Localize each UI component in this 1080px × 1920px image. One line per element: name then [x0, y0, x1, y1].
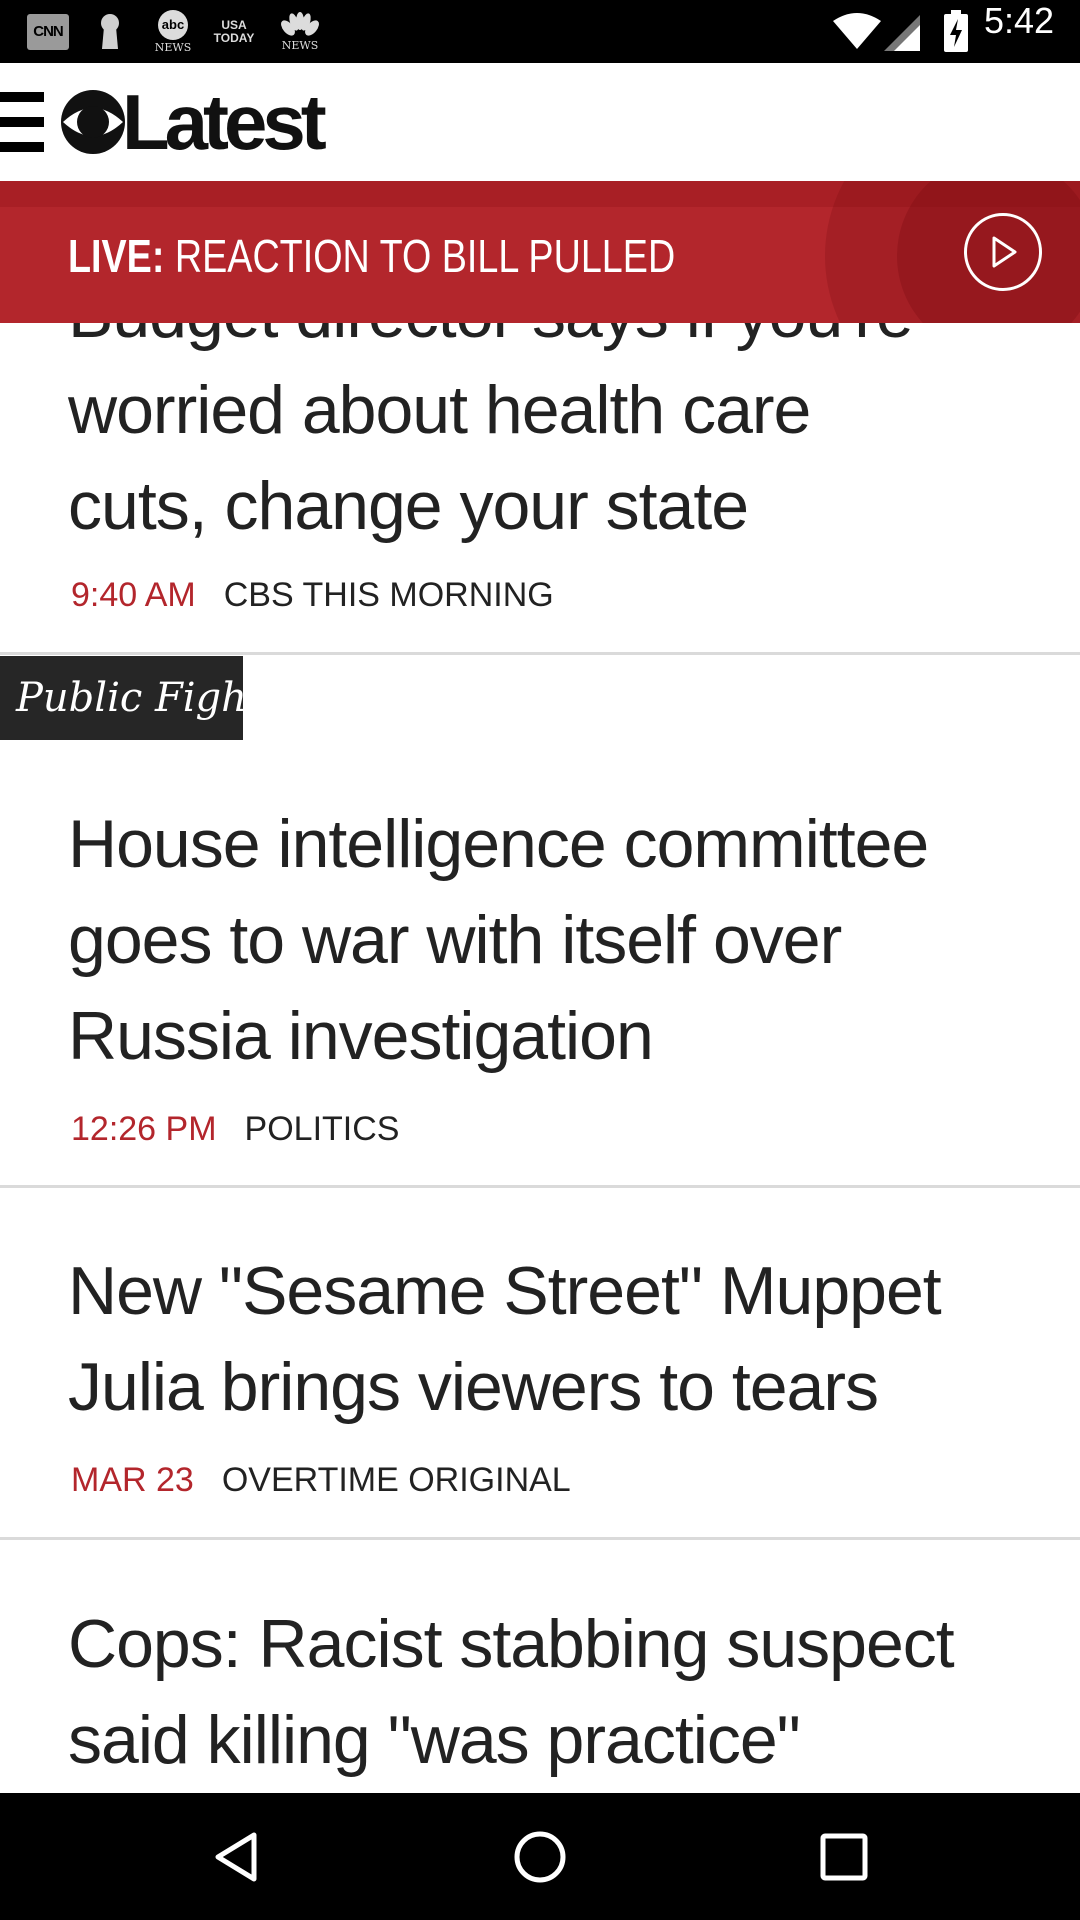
home-icon: [514, 1831, 566, 1883]
back-icon: [215, 1832, 257, 1882]
abc-logo: abc: [158, 9, 188, 40]
story-4-headline[interactable]: Cops: Racist stabbing suspect said killi…: [68, 1596, 1028, 1788]
nbc-sub: NEWS: [281, 38, 319, 52]
headline-line: said killing "was practice": [68, 1702, 801, 1778]
story-2-headline[interactable]: House intelligence committee goes to war…: [68, 796, 1028, 1084]
recents-button[interactable]: [808, 1821, 880, 1893]
peacock-icon: [281, 11, 319, 36]
story-section[interactable]: CBS THIS MORNING: [224, 576, 554, 616]
live-banner[interactable]: LIVE: REACTION TO BILL PULLED: [0, 181, 1080, 323]
story-section[interactable]: OVERTIME ORIGINAL: [222, 1461, 571, 1501]
story-time: 9:40 AM: [71, 576, 196, 614]
headline-line: House intelligence committee: [68, 806, 929, 882]
headline-line: New "Sesame Street" Muppet: [68, 1253, 942, 1329]
divider: [0, 652, 1080, 655]
recents-icon: [820, 1833, 868, 1881]
wifi-icon: [833, 13, 881, 49]
live-title: LIVE: REACTION TO BILL PULLED: [68, 229, 675, 285]
cnn-icon: CNN: [27, 0, 69, 63]
battery-charging-icon: [944, 10, 968, 52]
play-button[interactable]: [964, 213, 1042, 291]
nbc-news-icon: NEWS: [278, 0, 322, 63]
page-title: Latest: [122, 78, 327, 166]
story-time: MAR 23: [71, 1461, 194, 1499]
divider: [0, 1185, 1080, 1188]
headline-line: Julia brings viewers to tears: [68, 1349, 879, 1425]
play-icon: [992, 236, 1017, 268]
back-button[interactable]: [200, 1821, 272, 1893]
divider: [0, 1537, 1080, 1540]
headline-line: worried about health care: [68, 372, 811, 448]
story-tag: Public Fight: [0, 656, 263, 740]
status-bar: CNN abc NEWS USA TODAY NEWS 5:42: [0, 0, 1080, 63]
headline-line: cuts, change your state: [68, 468, 749, 544]
cnn-logo: CNN: [27, 13, 69, 50]
story-1-meta: 9:40 AM CBS THIS MORNING: [71, 576, 554, 616]
app-bar: Latest: [0, 63, 1080, 181]
story-3-headline[interactable]: New "Sesame Street" Muppet Julia brings …: [68, 1243, 1028, 1435]
hamburger-menu-icon[interactable]: [0, 92, 44, 152]
live-label: LIVE:: [68, 230, 165, 282]
story-3-meta: MAR 23 OVERTIME ORIGINAL: [71, 1461, 571, 1501]
signal-icon: [884, 15, 920, 51]
abc-sub: NEWS: [154, 40, 192, 54]
abc-news-icon: abc NEWS: [153, 0, 193, 63]
today-line: TODAY: [213, 30, 255, 45]
navigation-bar: [0, 1793, 1080, 1920]
story-section[interactable]: POLITICS: [245, 1110, 400, 1150]
cbs-news-logo[interactable]: Latest: [60, 78, 327, 166]
usa-line: USA: [221, 17, 247, 32]
live-headline: REACTION TO BILL PULLED: [174, 230, 676, 282]
clock: 5:42: [984, 0, 1055, 41]
keyhole-icon: [97, 0, 123, 63]
home-button[interactable]: [504, 1821, 576, 1893]
story-time: 12:26 PM: [71, 1110, 217, 1148]
story-2-meta: 12:26 PM POLITICS: [71, 1110, 399, 1150]
cbs-eye-icon: [61, 90, 125, 154]
headline-line: Cops: Racist stabbing suspect: [68, 1606, 955, 1682]
headline-line: goes to war with itself over: [68, 902, 842, 978]
usa-today-icon: USA TODAY: [209, 0, 259, 63]
headline-line: Russia investigation: [68, 998, 654, 1074]
